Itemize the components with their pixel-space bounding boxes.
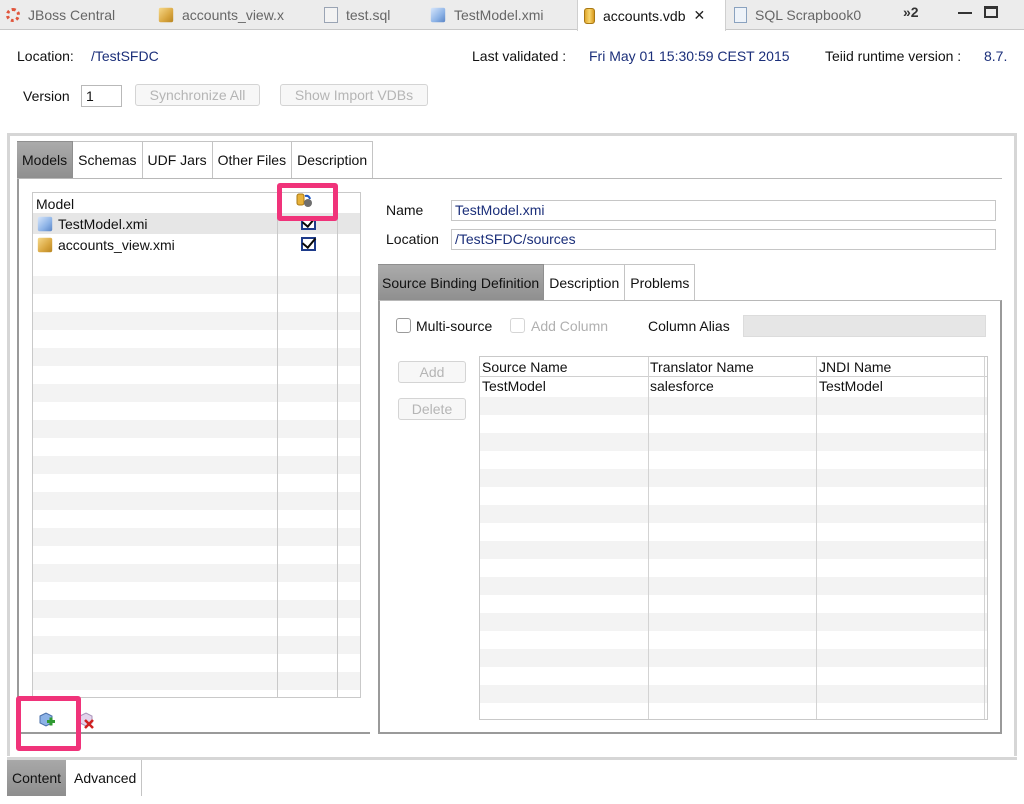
scrapbook-icon — [734, 7, 747, 23]
tab-content[interactable]: Content — [7, 760, 67, 796]
multi-source-label: Multi-source — [416, 318, 493, 334]
location-field-label: Location — [386, 231, 439, 247]
models-table: Model TestModel.xmi accounts_view.xmi — [32, 192, 361, 698]
visible-checkbox[interactable] — [301, 237, 316, 251]
tab-sql-scrapbook[interactable]: SQL Scrapbook0 — [728, 0, 861, 30]
source-table-header: Source Name Translator Name JNDI Name — [480, 357, 987, 377]
source-name-column-header[interactable]: Source Name — [482, 359, 568, 375]
version-input[interactable]: 1 — [81, 85, 122, 107]
vdb-icon — [584, 7, 595, 24]
spinner-icon — [6, 8, 20, 22]
maximize-icon[interactable] — [984, 6, 998, 18]
add-column-label: Add Column — [531, 318, 609, 334]
tab-description[interactable]: Description — [292, 141, 374, 178]
tab-testmodel-xmi[interactable]: TestModel.xmi — [424, 0, 543, 30]
tab-accounts-view[interactable]: accounts_view.x — [152, 0, 284, 30]
location-field[interactable]: /TestSFDC/sources — [451, 229, 996, 250]
main-tabs: Models Schemas UDF Jars Other Files Desc… — [17, 141, 1002, 179]
last-validated-label: Last validated : — [472, 48, 567, 64]
sql-file-icon — [324, 7, 338, 23]
add-column-checkbox[interactable] — [510, 318, 525, 333]
translator-name-column-header[interactable]: Translator Name — [650, 359, 754, 375]
jndi-name-column-header[interactable]: JNDI Name — [819, 359, 891, 375]
highlight-box — [277, 183, 338, 221]
tab-overflow-button[interactable]: »2 — [903, 4, 919, 20]
tab-problems[interactable]: Problems — [625, 264, 696, 300]
table-row[interactable]: TestModel salesforce TestModel — [480, 377, 987, 396]
close-icon[interactable]: ✕ — [694, 7, 706, 24]
table-row[interactable]: accounts_view.xmi — [33, 234, 360, 255]
model-column-header[interactable]: Model — [33, 196, 74, 212]
source-bindings-table: Source Name Translator Name JNDI Name Te… — [479, 356, 988, 720]
detail-tabs: Source Binding Definition Description Pr… — [378, 264, 1002, 301]
tab-advanced[interactable]: Advanced — [69, 760, 143, 796]
column-alias-label: Column Alias — [648, 318, 730, 334]
name-label: Name — [386, 202, 424, 218]
location-value: /TestSFDC — [91, 48, 159, 64]
tab-schemas[interactable]: Schemas — [73, 141, 143, 178]
bottom-tab-divider — [7, 757, 1017, 760]
last-validated-value: Fri May 01 15:30:59 CEST 2015 — [589, 48, 790, 64]
tab-accounts-vdb[interactable]: accounts.vdb ✕ — [577, 0, 726, 31]
source-model-icon — [430, 7, 446, 23]
tab-udf-jars[interactable]: UDF Jars — [142, 141, 213, 178]
multi-source-checkbox[interactable] — [396, 318, 411, 333]
runtime-version-label: Teiid runtime version : — [825, 48, 962, 64]
tab-models[interactable]: Models — [17, 141, 74, 178]
highlight-box — [16, 696, 81, 751]
tab-detail-description[interactable]: Description — [544, 264, 626, 300]
delete-source-button[interactable]: Delete — [398, 398, 466, 420]
runtime-version-value: 8.7. — [984, 48, 1008, 64]
view-model-icon — [158, 7, 174, 23]
synchronize-all-button[interactable]: Synchronize All — [135, 84, 260, 106]
tab-source-binding-definition[interactable]: Source Binding Definition — [378, 264, 545, 300]
show-import-vdbs-button[interactable]: Show Import VDBs — [280, 84, 428, 106]
tab-test-sql[interactable]: test.sql — [318, 0, 390, 30]
column-alias-input[interactable] — [743, 315, 986, 337]
view-model-icon — [37, 237, 53, 252]
name-field[interactable]: TestModel.xmi — [451, 200, 996, 221]
add-source-button[interactable]: Add — [398, 361, 466, 383]
tab-other-files[interactable]: Other Files — [212, 141, 293, 178]
editor-tab-bar: JBoss Central accounts_view.x test.sql T… — [0, 0, 1024, 31]
tab-jboss-central[interactable]: JBoss Central — [0, 0, 115, 30]
source-model-icon — [37, 216, 53, 231]
minimize-icon[interactable] — [958, 6, 972, 14]
version-label: Version — [23, 88, 70, 104]
location-label: Location: — [17, 48, 74, 64]
